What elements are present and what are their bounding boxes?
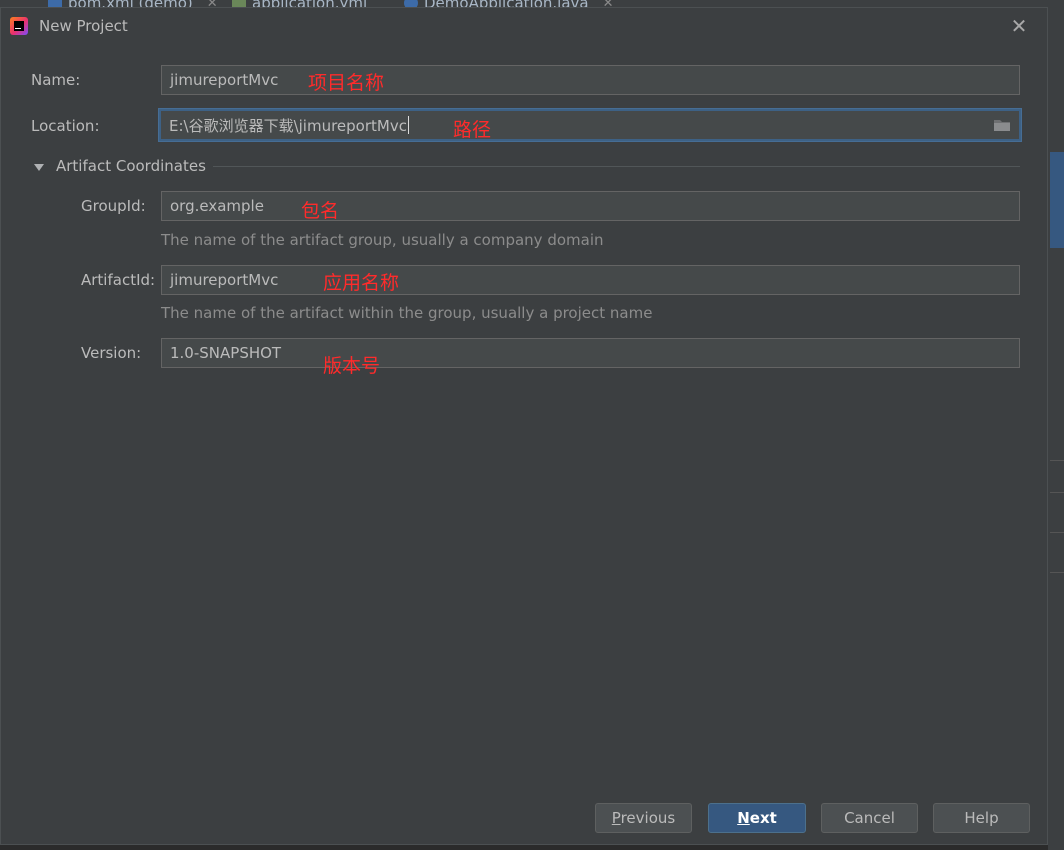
text-caret [407,116,409,134]
name-field-value: jimureportMvc [170,71,279,89]
group-id-field[interactable]: org.example [161,191,1020,221]
previous-button[interactable]: Previous [595,803,692,833]
name-label: Name: [31,71,81,89]
previous-label-rest: revious [620,809,676,827]
group-id-field-value: org.example [170,197,264,215]
previous-mnemonic: P [611,809,621,827]
artifact-id-label: ArtifactId: [81,271,156,289]
close-icon[interactable]: ✕ [1009,16,1029,36]
name-field[interactable]: jimureportMvc [161,65,1020,95]
intellij-idea-icon [10,17,28,35]
version-field-value: 1.0-SNAPSHOT [170,344,282,362]
version-label: Version: [81,344,142,362]
location-field[interactable]: E:\谷歌浏览器下载\jimureportMvc [159,109,1021,141]
dialog-titlebar: New Project ✕ [1,8,1047,46]
artifact-id-annotation: 应用名称 [323,272,400,294]
location-annotation: 路径 [453,119,492,141]
background-divider [1050,532,1064,533]
artifact-coordinates-toggle[interactable]: Artifact Coordinates [34,156,206,176]
next-mnemonic: N [737,809,750,827]
group-id-label: GroupId: [81,197,146,215]
artifact-id-field-value: jimureportMvc [170,271,279,289]
next-label-rest: ext [749,809,777,827]
new-project-dialog: New Project ✕ Name: jimureportMvc 项目名称 L… [0,7,1048,845]
group-id-hint: The name of the artifact group, usually … [161,231,604,249]
artifact-coordinates-label: Artifact Coordinates [56,157,206,175]
background-ide-strip [1048,12,1064,850]
artifact-id-field[interactable]: jimureportMvc [161,265,1020,295]
help-button[interactable]: Help [933,803,1030,833]
dialog-title: New Project [39,17,128,35]
background-divider [1050,460,1064,461]
name-annotation: 项目名称 [308,72,385,94]
triangle-down-icon [34,163,44,171]
location-field-value: E:\谷歌浏览器下载\jimureportMvc [169,116,407,135]
cancel-button[interactable]: Cancel [821,803,918,833]
next-button[interactable]: Next [708,803,806,833]
section-divider [213,166,1020,167]
artifact-id-hint: The name of the artifact within the grou… [161,304,653,322]
background-divider [1050,492,1064,493]
version-annotation: 版本号 [323,355,381,377]
folder-icon[interactable] [993,118,1011,132]
group-id-annotation: 包名 [301,200,340,222]
version-field[interactable]: 1.0-SNAPSHOT [161,338,1020,368]
location-label: Location: [31,117,100,135]
background-accent [1050,152,1064,248]
background-divider [1050,572,1064,573]
